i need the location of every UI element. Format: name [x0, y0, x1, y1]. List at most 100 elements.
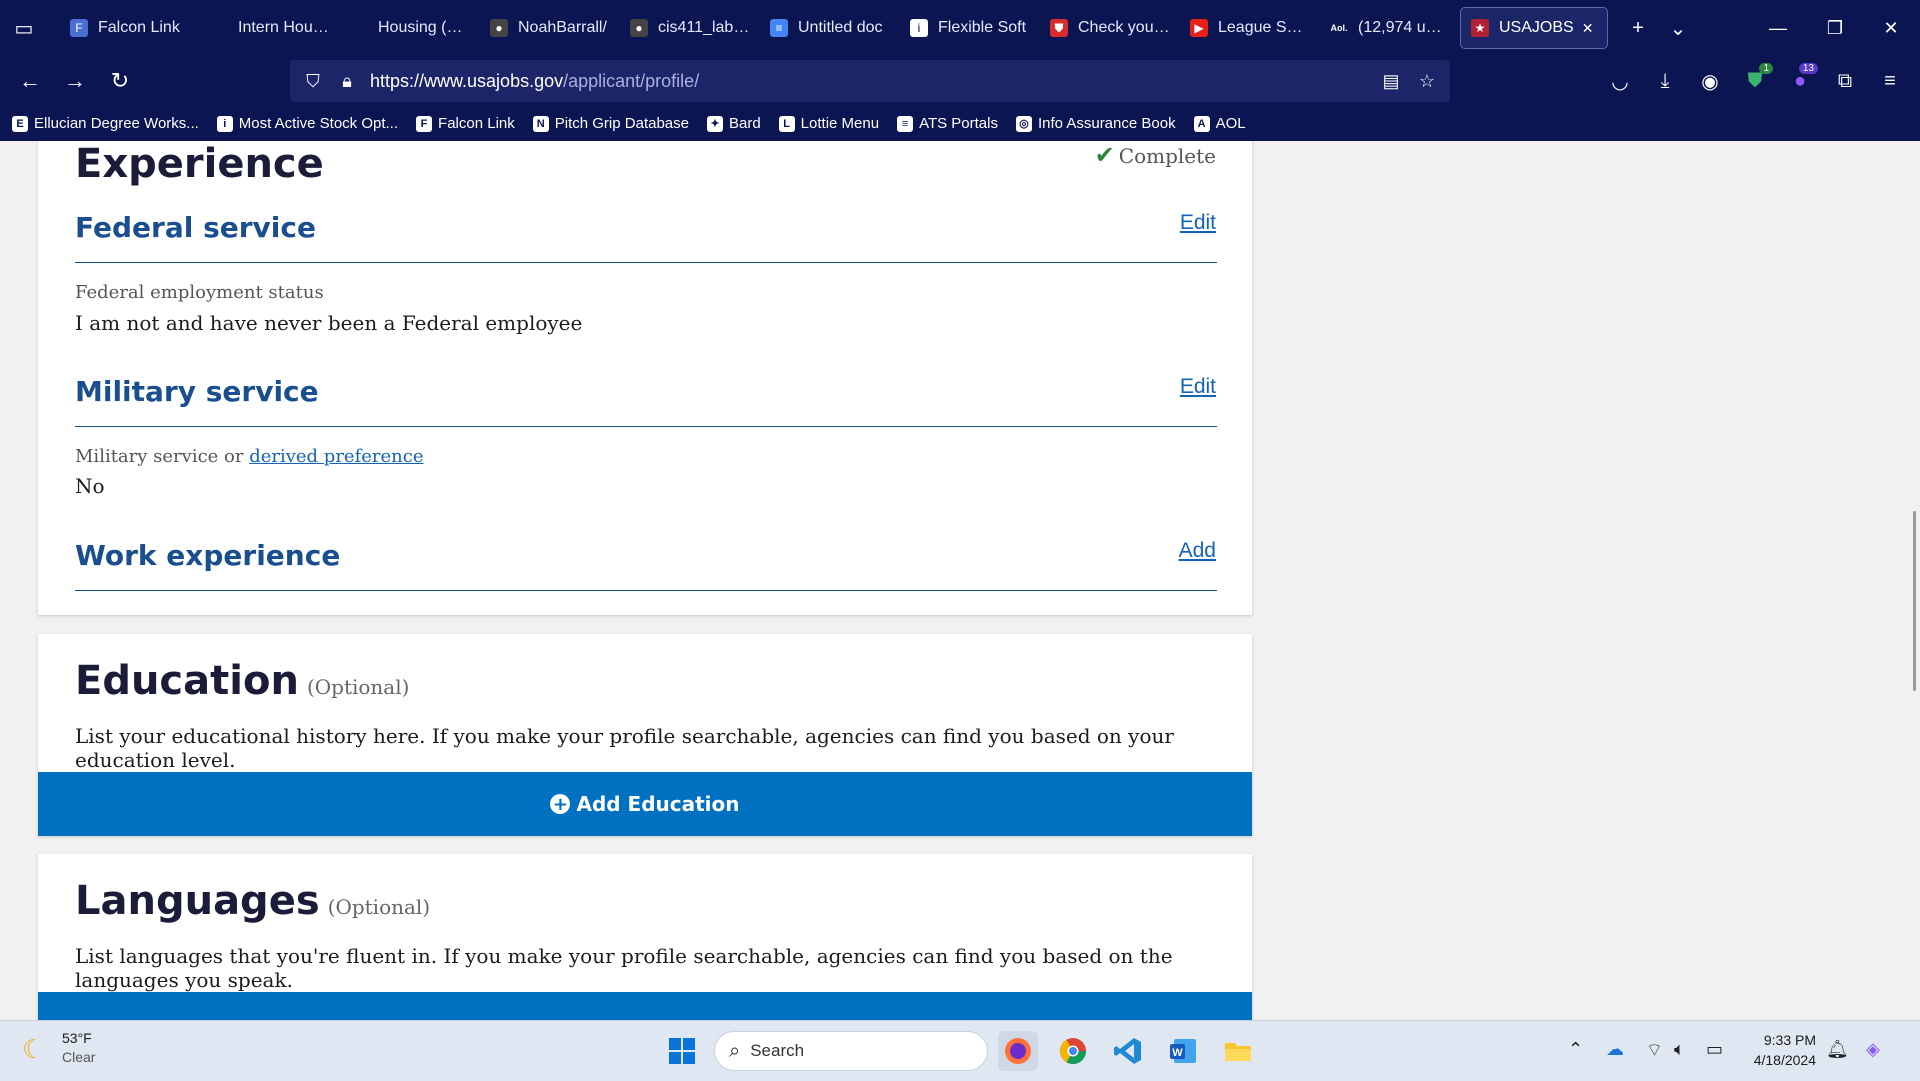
all-tabs-icon[interactable]: ▭ — [4, 8, 44, 48]
reload-icon[interactable]: ↻ — [98, 59, 142, 103]
firefox-icon[interactable] — [998, 1031, 1038, 1071]
bookmark-item-8[interactable]: A AOL — [1193, 115, 1246, 132]
github-icon: ● — [630, 19, 648, 37]
notification-bell-icon[interactable]: 🔔︎ — [1826, 1039, 1849, 1060]
bookmark-item-7[interactable]: ◎ Info Assurance Book — [1015, 115, 1176, 132]
copilot-icon[interactable]: ◈ — [1866, 1039, 1880, 1060]
blank-icon — [350, 19, 368, 37]
bookmark-item-6[interactable]: ≡ ATS Portals — [897, 115, 998, 132]
tab-1[interactable]: Intern Housing O — [200, 8, 340, 48]
bookmark-icon: N — [532, 115, 549, 132]
weather-temperature: 53°F — [62, 1030, 92, 1046]
work-divider — [75, 590, 1217, 591]
account-icon[interactable]: ◉ — [1688, 59, 1732, 103]
reader-view-icon[interactable]: ▤ — [1374, 71, 1408, 92]
bookmark-item-5[interactable]: L Lottie Menu — [778, 115, 879, 132]
extension-icon[interactable]: ● 13 — [1778, 59, 1822, 103]
pocket-icon[interactable]: ◡ — [1598, 59, 1642, 103]
military-service-edit-link[interactable]: Edit — [1180, 375, 1216, 399]
clock-date: 4/18/2024 — [1753, 1052, 1816, 1068]
military-service-title: Military service — [75, 375, 319, 408]
page-scrollbar-thumb[interactable] — [1913, 511, 1916, 691]
tab-8[interactable]: ▶ League Sche — [1180, 8, 1320, 48]
experience-status: ✔ Complete — [1094, 141, 1216, 169]
url-bar[interactable]: ⛉ 🔒︎ https://www.usajobs.gov/applicant/p… — [290, 60, 1450, 102]
plus-circle-icon: + — [550, 794, 571, 815]
close-tab-icon[interactable]: ✕ — [1582, 20, 1594, 37]
tab-7[interactable]: ⛊ Check your e — [1040, 8, 1180, 48]
military-service-value: No — [75, 474, 105, 498]
tab-label: Untitled doc — [798, 19, 883, 36]
languages-card: Languages (Optional) List languages that … — [38, 854, 1252, 1020]
url-path: /applicant/profile/ — [563, 70, 700, 91]
bookmark-label: Bard — [728, 115, 761, 132]
tray-chevron-icon[interactable]: ⌃ — [1568, 1039, 1583, 1060]
file-explorer-icon[interactable] — [1218, 1031, 1258, 1071]
lock-icon[interactable]: 🔒︎ — [330, 71, 364, 92]
tab-2[interactable]: Housing (update — [340, 8, 480, 48]
page-content: Experience ✔ Complete Federal service Edi… — [0, 141, 1920, 1020]
bookmark-star-icon[interactable]: ☆ — [1410, 71, 1444, 92]
federal-status-value: I am not and have never been a Federal e… — [75, 311, 583, 335]
tab-list-chevron-icon[interactable]: ⌄ — [1658, 8, 1698, 48]
minimize-icon[interactable]: — — [1749, 0, 1807, 56]
restore-icon[interactable]: ❐ — [1806, 0, 1864, 56]
extensions-puzzle-icon[interactable]: ⧉ — [1823, 59, 1867, 103]
vscode-icon[interactable] — [1108, 1031, 1148, 1071]
federal-service-edit-link[interactable]: Edit — [1180, 211, 1216, 235]
forward-icon[interactable]: → — [53, 59, 97, 103]
tab-label: Flexible Soft — [938, 19, 1027, 36]
taskbar-clock[interactable]: 9:33 PM 4/18/2024 — [1754, 1030, 1816, 1070]
tab-label: Intern Housing O — [238, 19, 330, 36]
onedrive-icon[interactable]: ☁ — [1606, 1039, 1624, 1060]
close-window-icon[interactable]: ✕ — [1862, 0, 1920, 56]
downloads-icon[interactable]: ⤓ — [1643, 59, 1687, 103]
tab-3[interactable]: ● NoahBarrall/ — [480, 8, 620, 48]
tab-6[interactable]: i Flexible Soft — [900, 8, 1040, 48]
svg-text:W: W — [1172, 1047, 1183, 1059]
search-icon: ⌕ — [729, 1039, 741, 1062]
battery-icon[interactable]: ▭ — [1706, 1039, 1723, 1060]
word-icon[interactable]: W — [1163, 1031, 1203, 1071]
taskbar-search[interactable]: ⌕ Search — [714, 1031, 988, 1071]
bookmark-item-4[interactable]: ✦ Bard — [706, 115, 761, 132]
derived-preference-link[interactable]: derived preference — [249, 446, 423, 467]
federal-service-title: Federal service — [75, 211, 316, 244]
blank-icon — [210, 19, 228, 37]
new-tab-icon[interactable]: + — [1618, 8, 1658, 48]
work-experience-add-link[interactable]: Add — [1179, 539, 1216, 563]
chrome-icon[interactable] — [1053, 1031, 1093, 1071]
start-icon[interactable] — [662, 1031, 702, 1071]
bookmark-item-3[interactable]: N Pitch Grip Database — [532, 115, 689, 132]
bookmark-icon: A — [1193, 115, 1210, 132]
tab-label: League Sche — [1218, 19, 1310, 36]
menu-icon[interactable]: ≡ — [1868, 59, 1912, 103]
back-icon[interactable]: ← — [8, 59, 52, 103]
add-language-button[interactable] — [38, 992, 1252, 1020]
experience-title: Experience — [75, 141, 324, 187]
shield-extension-icon[interactable]: ⛊ 1 — [1733, 59, 1777, 103]
extension-badge: 13 — [1798, 63, 1818, 74]
military-divider — [75, 426, 1217, 427]
tab-label: (12,974 unrea — [1358, 19, 1450, 36]
tab-9[interactable]: Aol. (12,974 unrea — [1320, 8, 1460, 48]
weather-widget[interactable]: ☾ 53°F Clear — [22, 1029, 95, 1067]
usajobs-icon: ★ — [1471, 19, 1489, 37]
aol-icon: Aol. — [1330, 23, 1348, 33]
add-education-button[interactable]: + Add Education — [38, 772, 1252, 836]
bookmark-item-1[interactable]: i Most Active Stock Opt... — [216, 115, 398, 132]
bookmark-label: Ellucian Degree Works... — [34, 115, 199, 132]
tab-0[interactable]: F Falcon Link — [60, 8, 200, 48]
bookmark-item-2[interactable]: F Falcon Link — [416, 115, 515, 132]
tab-4[interactable]: ● cis411_lab3_ — [620, 8, 760, 48]
github-icon: ● — [490, 19, 508, 37]
wifi-icon[interactable]: ⌔ — [1646, 1039, 1663, 1062]
tab-10[interactable]: ★ USAJOBS ✕ — [1460, 7, 1608, 49]
tab-label: NoahBarrall/ — [518, 19, 607, 36]
weather-condition: Clear — [62, 1049, 96, 1065]
bookmark-icon: ≡ — [897, 115, 914, 132]
tab-5[interactable]: ≡ Untitled doc — [760, 8, 900, 48]
volume-muted-icon[interactable]: 🔈︎ — [1674, 1039, 1685, 1060]
tracking-shield-icon[interactable]: ⛉ — [296, 71, 330, 92]
bookmark-item-0[interactable]: E Ellucian Degree Works... — [12, 115, 199, 132]
